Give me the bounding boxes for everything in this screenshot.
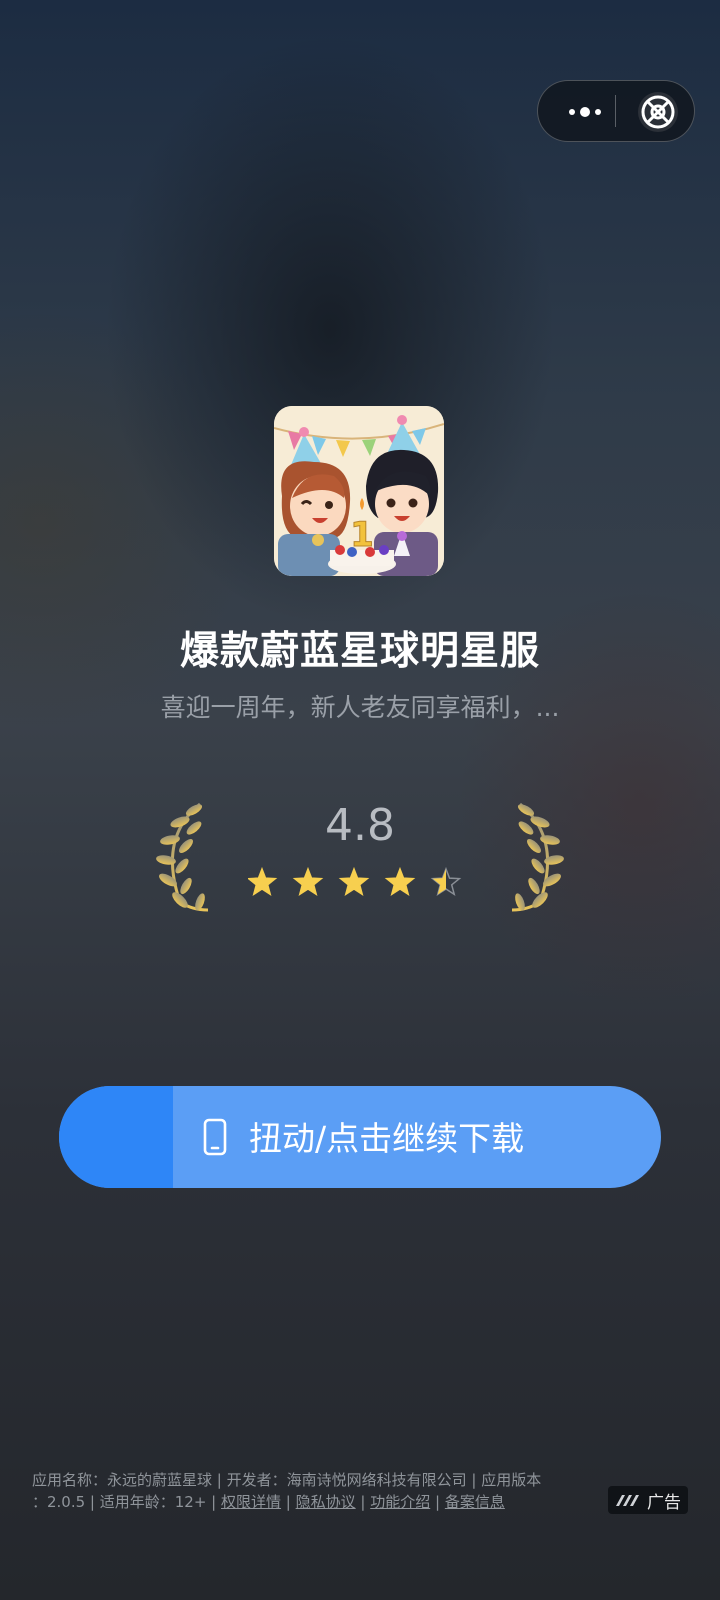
ad-badge-label: 广告 [647,1492,681,1513]
separator: | [430,1493,445,1511]
ad-badge: 广告 [608,1486,688,1514]
separator: | [466,1471,482,1489]
laurel-right-icon [511,802,564,912]
rating-value: 4.8 [325,800,395,851]
ad-logo-icon [616,1495,639,1506]
app-info-footer: 应用名称：永远的蔚蓝星球 | 开发者：海南诗悦网络科技有限公司 | 应用版本 ：… [32,1469,592,1513]
separator: | [355,1493,371,1511]
app-icon-illustration: 1 [274,406,444,576]
features-link[interactable]: 功能介绍 [370,1493,430,1511]
cake-candle-digit: 1 [350,515,374,555]
privacy-link[interactable]: 隐私协议 [296,1493,356,1511]
capsule-divider [615,95,616,127]
rating-stars [248,866,462,897]
mini-program-capsule [537,80,695,142]
download-button-label: 扭动/点击继续下载 [249,1119,525,1158]
rating-star [338,866,370,897]
rating-star [292,866,324,897]
rating-star [248,866,278,897]
rating-star [430,866,462,897]
record-link[interactable]: 备案信息 [445,1493,505,1511]
download-progress-fill [59,1086,174,1188]
version-age-line: ：2.0.5 | 适用年龄：12+ | [32,1493,222,1511]
separator: | [212,1471,227,1489]
target-close-icon[interactable] [636,90,680,134]
app-icon: 1 [274,406,444,576]
app-subtitle: 喜迎一周年，新人老友同享福利，... [160,693,560,722]
version-label: 应用版本 [481,1471,542,1489]
app-title: 爆款蔚蓝星球明星服 [179,629,540,674]
rating-star [384,866,416,897]
app-name-label: 应用名称： [32,1471,108,1489]
separator: | [281,1493,296,1511]
developer-label: 开发者： [226,1471,287,1489]
phone-icon [203,1118,227,1156]
download-button[interactable]: 扭动/点击继续下载 [59,1086,661,1188]
developer-name: 海南诗悦网络科技有限公司 [286,1471,467,1489]
app-name: 永远的蔚蓝星球 [107,1471,213,1489]
permissions-link[interactable]: 权限详情 [221,1493,281,1511]
more-dots-icon[interactable] [560,95,610,129]
